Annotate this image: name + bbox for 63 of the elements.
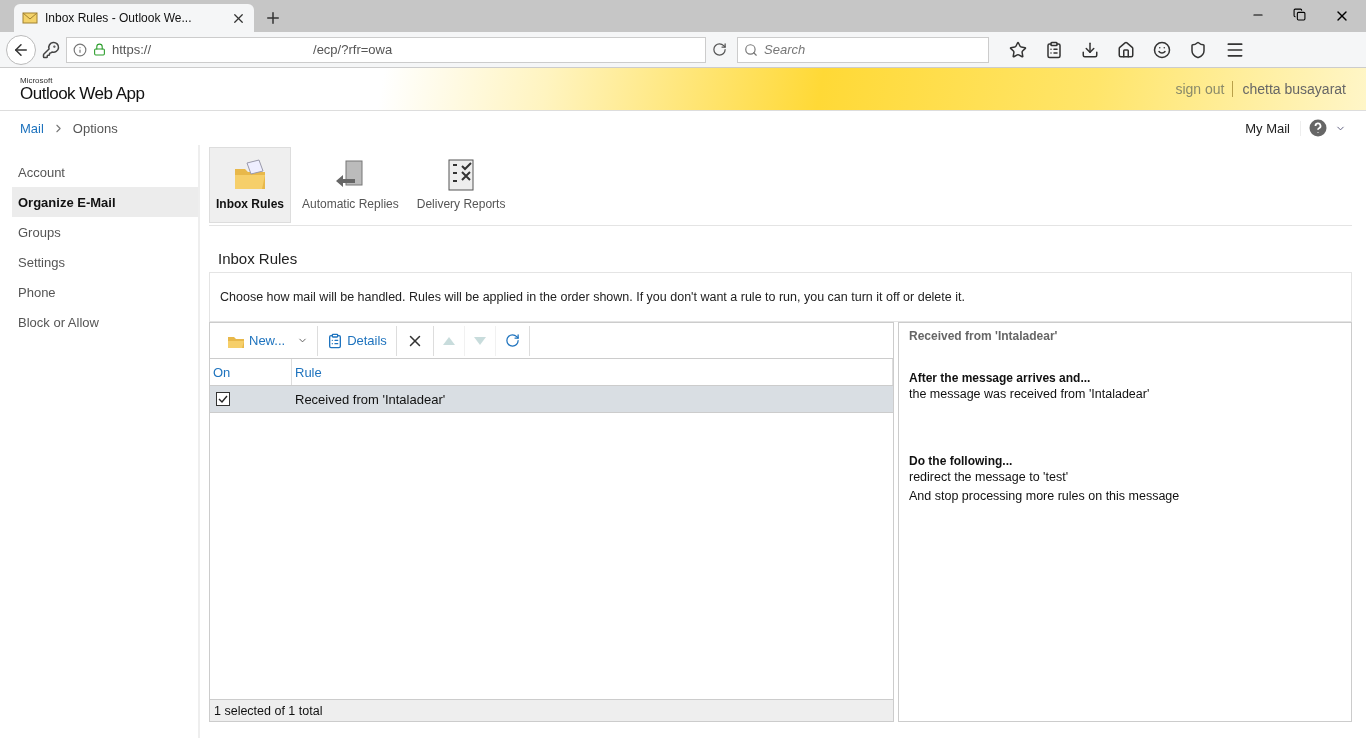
envelope-icon: [22, 11, 38, 25]
info-icon[interactable]: [73, 42, 87, 57]
sidebar-item[interactable]: Account: [12, 157, 198, 187]
user-name[interactable]: chetta busayarat: [1233, 81, 1346, 97]
sidebar-item[interactable]: Settings: [12, 247, 198, 277]
column-header[interactable]: Rule: [292, 359, 893, 385]
sidebar-item[interactable]: Organize E-Mail: [12, 187, 198, 217]
tab-label: Delivery Reports: [416, 197, 506, 211]
details-line: And stop processing more rules on this message: [909, 488, 1181, 505]
sidebar-item[interactable]: Groups: [12, 217, 198, 247]
key-icon[interactable]: [42, 40, 60, 59]
breadcrumb-current: Options: [72, 120, 118, 136]
checkbox[interactable]: [216, 392, 230, 406]
details-line: redirect the message to 'test': [909, 469, 1069, 486]
options-tab[interactable]: Delivery Reports: [409, 147, 513, 223]
search-placeholder: Search: [764, 42, 806, 57]
home-icon[interactable]: [1117, 40, 1135, 59]
back-button[interactable]: [6, 34, 36, 65]
new-button[interactable]: New...: [218, 325, 319, 356]
details-button[interactable]: Details: [318, 325, 397, 356]
lock-icon: [93, 43, 106, 56]
checklist-icon: [448, 159, 475, 191]
rule-name: Received from 'Intaladear': [294, 391, 446, 407]
status-bar: 1 selected of 1 total: [210, 699, 893, 721]
sidebar-item[interactable]: Block or Allow: [12, 307, 198, 337]
smiley-icon[interactable]: [1153, 40, 1171, 59]
search-icon: [744, 42, 758, 57]
list-icon: [327, 332, 344, 349]
refresh-icon: [504, 333, 520, 348]
up-arrow-icon: [442, 336, 455, 345]
my-mail-link[interactable]: My Mail: [1245, 120, 1301, 136]
star-icon[interactable]: [1009, 40, 1027, 59]
tab-label: Automatic Replies: [302, 197, 399, 211]
section-title: Inbox Rules: [218, 250, 299, 269]
down-arrow-icon: [473, 336, 486, 345]
column-header[interactable]: On: [210, 359, 292, 385]
shield-icon[interactable]: [1189, 40, 1207, 59]
download-icon[interactable]: [1081, 40, 1099, 59]
app-logo: Outlook Web App: [20, 84, 145, 102]
search-field[interactable]: Search: [737, 36, 989, 63]
folder-icon: [233, 159, 267, 191]
logo-caption: Microsoft: [20, 76, 54, 85]
help-icon[interactable]: [1309, 119, 1327, 137]
options-tab[interactable]: Automatic Replies: [295, 147, 406, 223]
restore-icon[interactable]: [1293, 8, 1306, 21]
sidebar-item[interactable]: Phone: [12, 277, 198, 307]
tab-label: Inbox Rules: [216, 197, 284, 211]
new-tab-icon[interactable]: [264, 9, 282, 27]
tab-title: Inbox Rules - Outlook We...: [45, 11, 193, 25]
url-text: /ecp/?rfr=owa: [313, 42, 393, 57]
details-line: the message was received from 'Intaladear': [909, 386, 1151, 403]
details-heading: Do the following...: [909, 454, 1014, 468]
details-heading: After the message arrives and...: [909, 371, 1092, 385]
reload-icon[interactable]: [712, 42, 727, 57]
breadcrumb-link[interactable]: Mail: [20, 120, 44, 136]
url-text: https://: [112, 42, 152, 57]
address-bar[interactable]: https:// /ecp/?rfr=owa: [66, 36, 706, 63]
options-tab[interactable]: Inbox Rules: [209, 147, 291, 223]
rule-row[interactable]: Received from 'Intaladear': [210, 386, 893, 413]
description-text: Choose how mail will be handled. Rules will be applied in the order shown. If you don't want a rule to run, you can turn it off or delete it.: [220, 290, 965, 304]
list-icon[interactable]: [1045, 40, 1063, 59]
details-title: Received from 'Intaladear': [909, 329, 1059, 343]
browser-tab[interactable]: Inbox Rules - Outlook We...: [14, 4, 254, 32]
